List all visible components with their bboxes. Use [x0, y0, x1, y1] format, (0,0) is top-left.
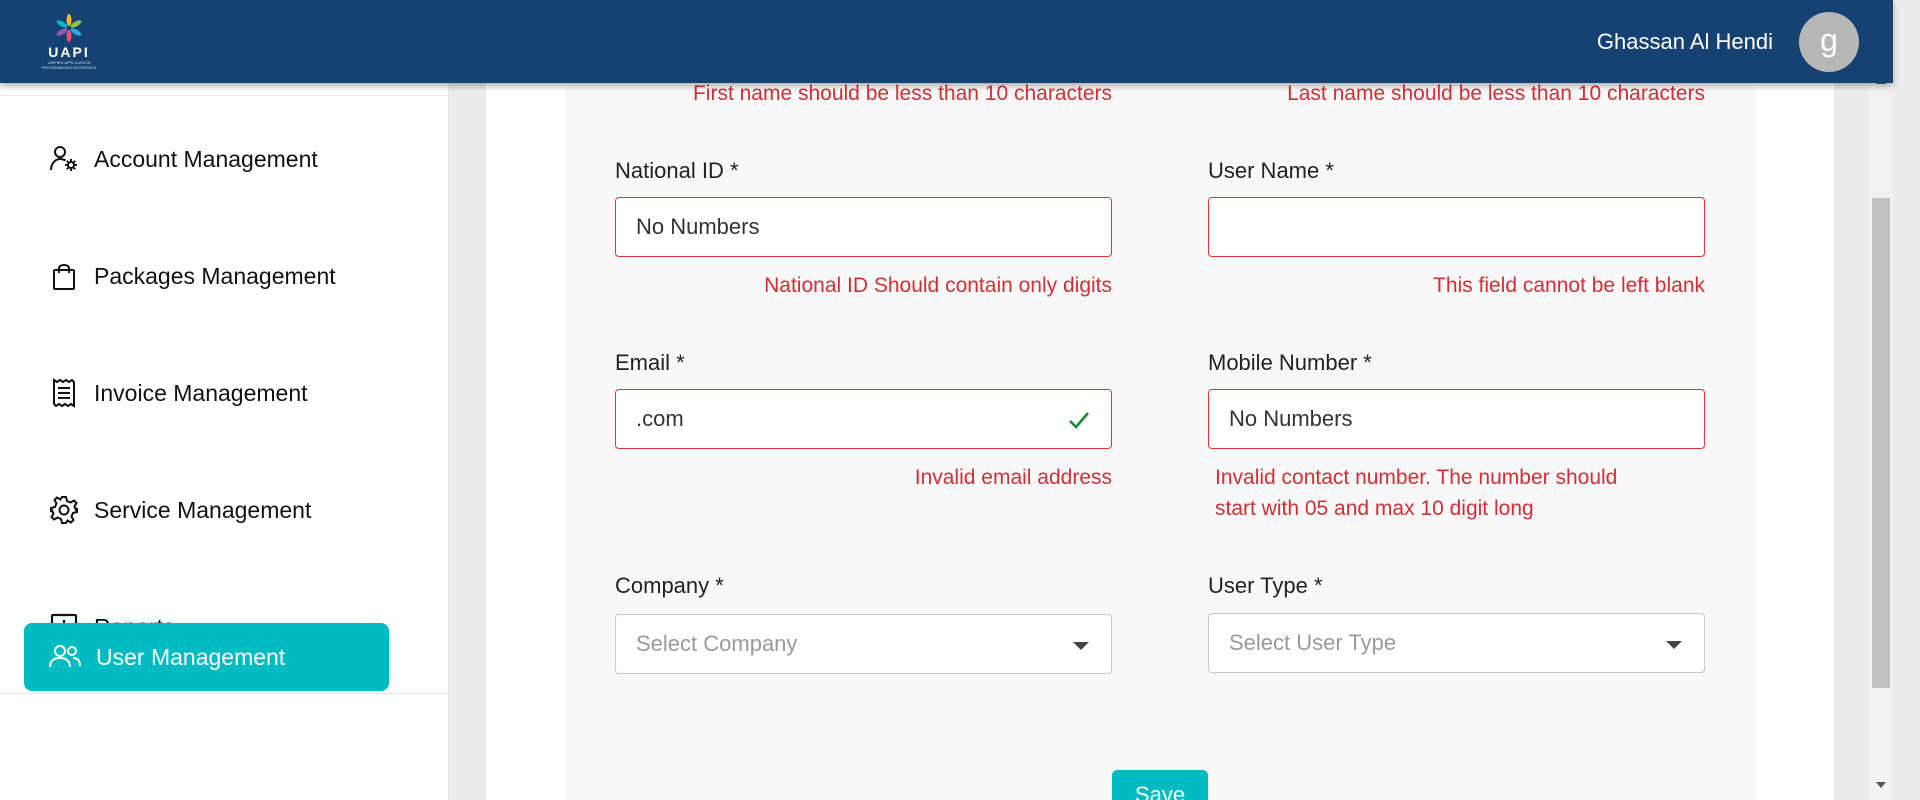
receipt-icon — [48, 377, 80, 409]
email-value: .com — [636, 406, 684, 431]
mobile-number-label: Mobile Number * — [1208, 350, 1372, 375]
sidebar-divider — [0, 95, 449, 96]
user-type-label: User Type * — [1208, 573, 1323, 598]
national-id-label: National ID * — [615, 158, 739, 183]
sidebar-item-label: Packages Management — [94, 262, 336, 289]
check-icon — [1069, 412, 1089, 429]
logo-flower-icon — [56, 14, 82, 42]
gear-icon — [48, 494, 80, 526]
user-gear-icon — [48, 143, 80, 175]
sidebar-item-packages-management[interactable]: Packages Management — [48, 256, 336, 296]
users-icon — [49, 645, 81, 668]
save-button[interactable]: Save — [1112, 770, 1208, 800]
mobile-number-value: No Numbers — [1229, 406, 1353, 431]
scrollbar-thumb[interactable] — [1872, 198, 1890, 688]
user-name-field[interactable] — [1208, 197, 1705, 257]
mobile-error-line: Invalid contact number. The number shoul… — [1215, 466, 1618, 489]
sidebar-item-label: User Management — [96, 643, 286, 670]
sidebar-divider — [0, 693, 449, 694]
company-label: Company * — [615, 573, 724, 598]
user-name-error: This field cannot be left blank — [1433, 274, 1705, 297]
logo-subtitle: UNIFIED APPLICATION PROGRAMMING INTERFAC… — [41, 60, 97, 70]
top-header: UAPI UNIFIED APPLICATION PROGRAMMING INT… — [0, 0, 1893, 83]
national-id-field[interactable]: No Numbers — [615, 197, 1112, 257]
user-type-select[interactable]: Select User Type — [1208, 613, 1705, 673]
avatar[interactable]: g — [1799, 12, 1859, 72]
sidebar-item-label: Invoice Management — [94, 379, 308, 406]
company-placeholder: Select Company — [636, 631, 798, 656]
mobile-number-error: Invalid contact number. The number shoul… — [1215, 462, 1617, 524]
chevron-down-icon — [1073, 642, 1089, 650]
user-type-placeholder: Select User Type — [1229, 630, 1397, 655]
sidebar-item-user-management[interactable]: User Management — [24, 623, 389, 691]
sidebar-item-label: Service Management — [94, 496, 312, 523]
national-id-value: No Numbers — [636, 214, 760, 239]
scroll-down-arrow-icon[interactable] — [1876, 782, 1886, 788]
email-error: Invalid email address — [914, 466, 1112, 489]
mobile-error-line: start with 05 and max 10 digit long — [1215, 497, 1534, 520]
sidebar-item-invoice-management[interactable]: Invoice Management — [48, 373, 308, 413]
national-id-error: National ID Should contain only digits — [764, 274, 1112, 297]
sidebar: Account Management Packages Management I… — [0, 83, 449, 800]
logo-text: UAPI — [48, 44, 90, 60]
sidebar-item-service-management[interactable]: Service Management — [48, 490, 311, 530]
email-label: Email * — [615, 350, 685, 375]
scrollbar[interactable] — [1869, 0, 1893, 800]
user-name-label: User Name * — [1208, 158, 1334, 183]
chevron-down-icon — [1666, 641, 1682, 649]
mobile-number-field[interactable]: No Numbers — [1208, 389, 1705, 449]
sidebar-item-account-management[interactable]: Account Management — [48, 139, 318, 179]
shopping-bag-icon — [48, 260, 80, 292]
email-field[interactable]: .com — [615, 389, 1112, 449]
user-name[interactable]: Ghassan Al Hendi — [1597, 29, 1773, 55]
sidebar-item-label: Account Management — [94, 145, 318, 172]
uapi-logo[interactable]: UAPI UNIFIED APPLICATION PROGRAMMING INT… — [34, 12, 104, 72]
company-select[interactable]: Select Company — [615, 614, 1112, 674]
